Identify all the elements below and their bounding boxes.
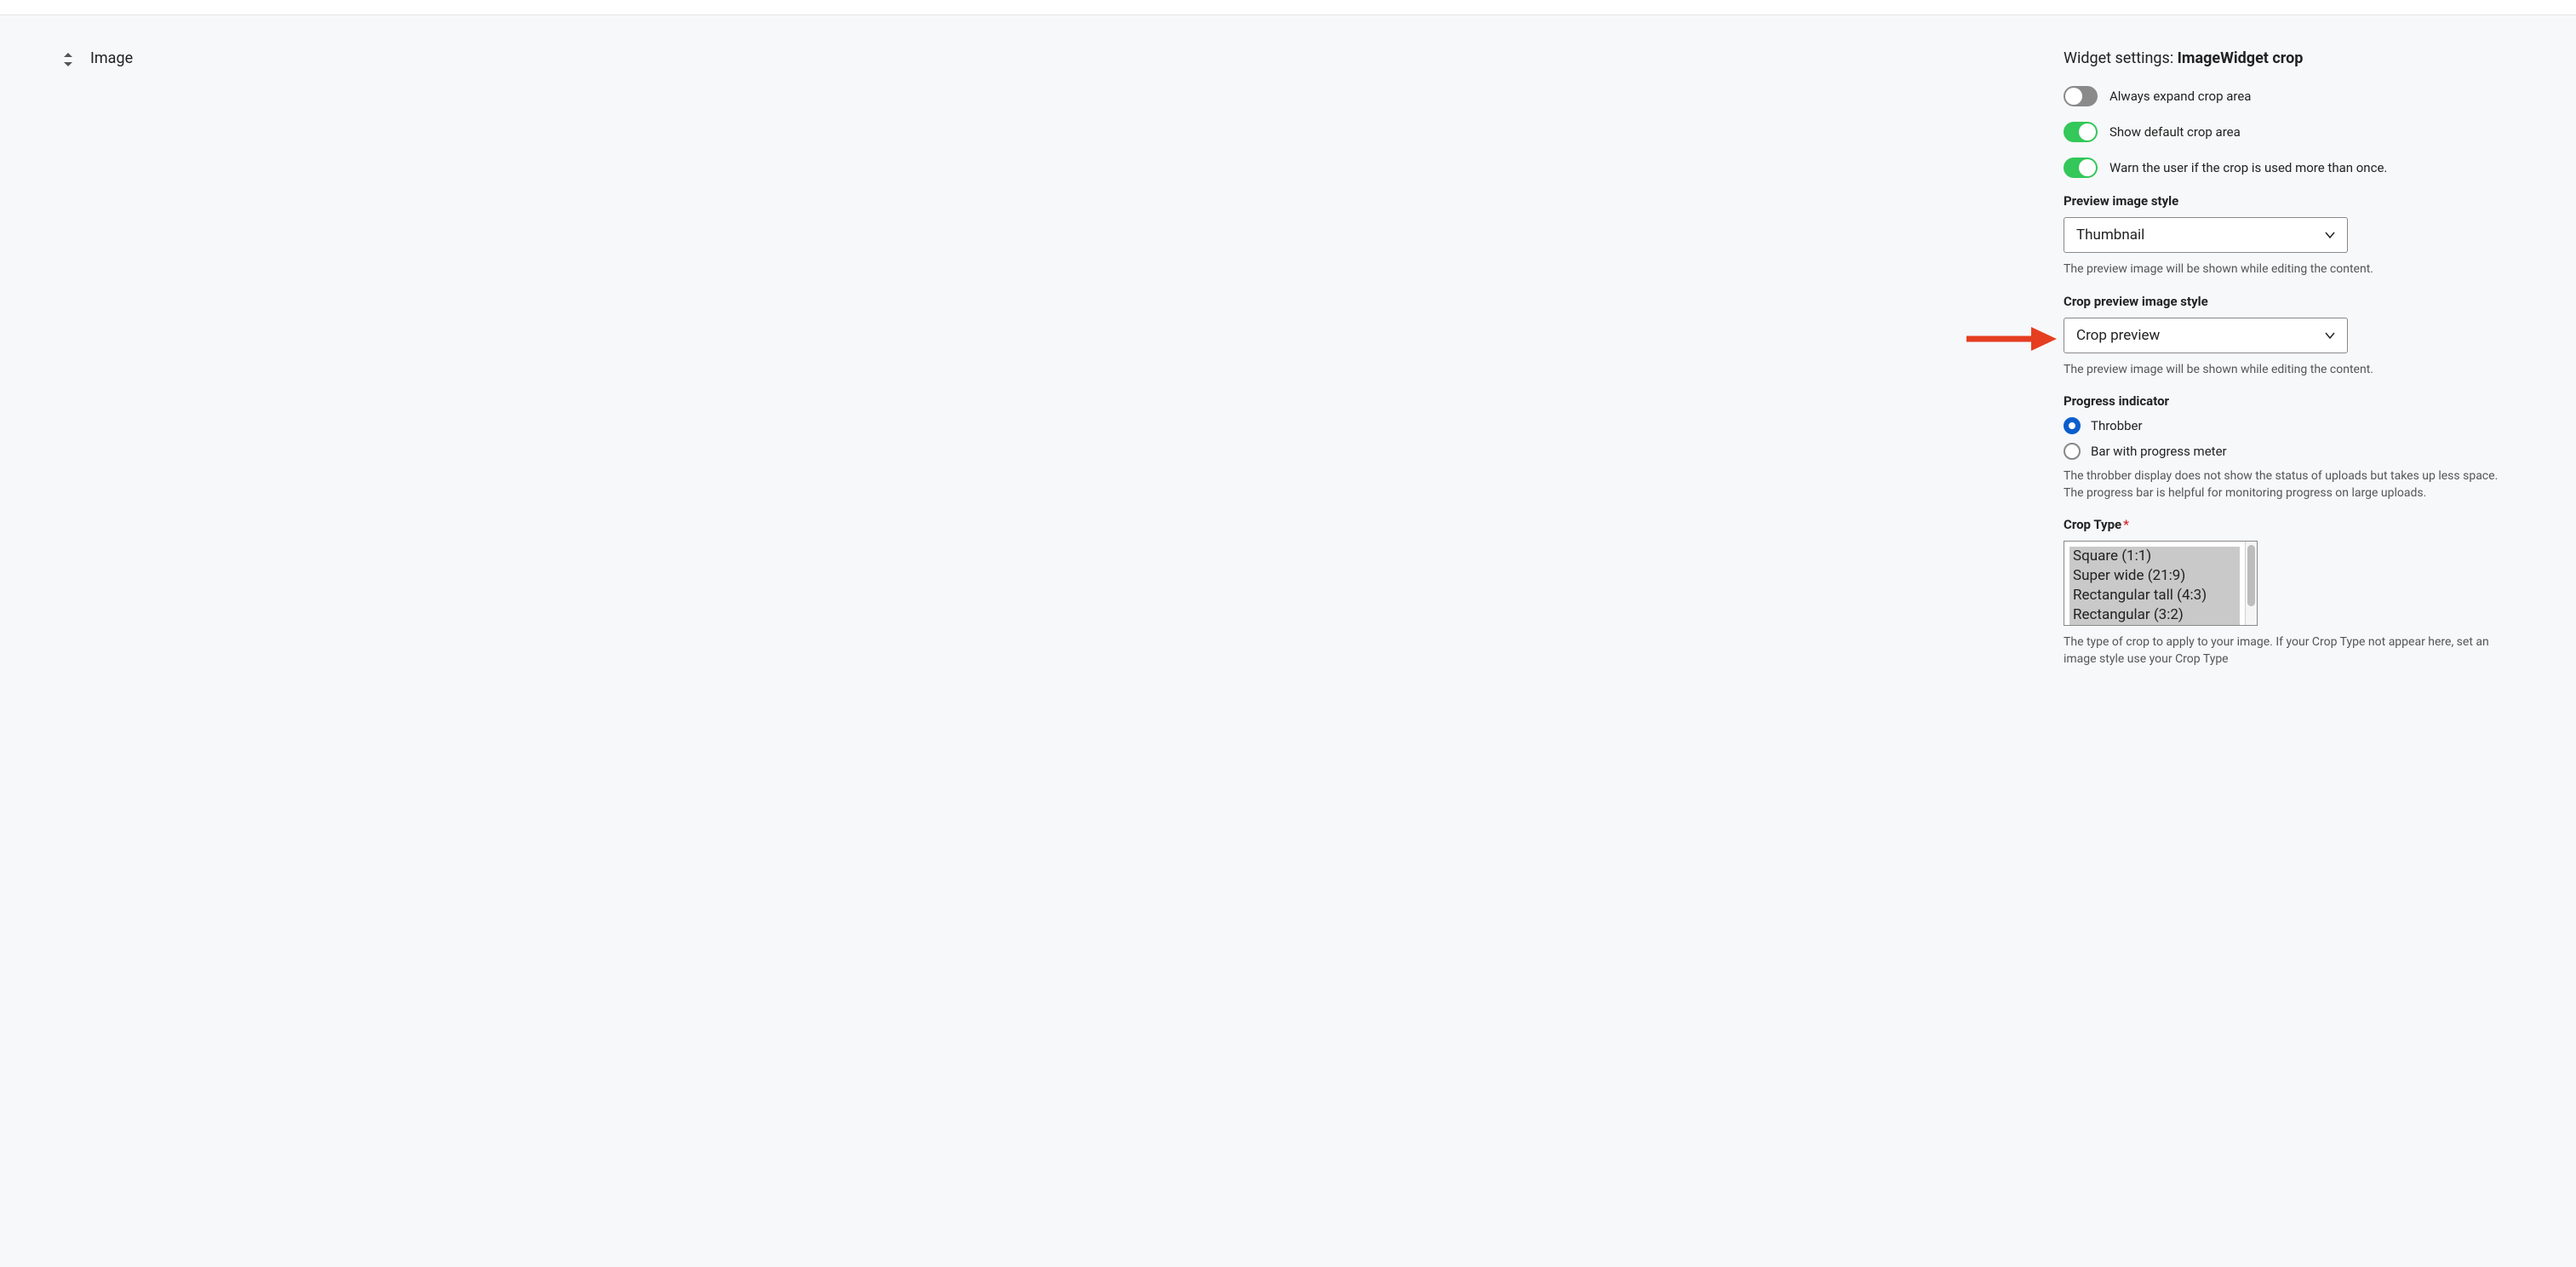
- crop-preview-style-help: The preview image will be shown while ed…: [2064, 362, 2515, 379]
- arrow-callout-icon: [1965, 324, 2058, 354]
- field-label-image: Image: [90, 49, 133, 67]
- radio-bar[interactable]: [2064, 443, 2081, 460]
- scrollbar-thumb[interactable]: [2247, 545, 2255, 606]
- preview-style-help: The preview image will be shown while ed…: [2064, 261, 2515, 278]
- preview-style-group: Preview image style Thumbnail The previe…: [2064, 193, 2515, 278]
- multiselect-inner: Square (1:1) Super wide (21:9) Rectangul…: [2064, 542, 2245, 625]
- settings-column: Widget settings: ImageWidget crop Always…: [2064, 49, 2515, 684]
- crop-preview-style-group: Crop preview image style Crop preview Th…: [2064, 294, 2515, 379]
- toggle-show-default[interactable]: [2064, 122, 2098, 142]
- heading-strong: ImageWidget crop: [2178, 49, 2304, 67]
- crop-type-option[interactable]: Rectangular tall (4:3): [2069, 586, 2240, 605]
- radio-label-throbber: Throbber: [2091, 418, 2143, 433]
- toggle-label-warn: Warn the user if the crop is used more t…: [2109, 160, 2387, 175]
- progress-help: The throbber display does not show the s…: [2064, 468, 2515, 502]
- toggle-row-expand-crop: Always expand crop area: [2064, 86, 2515, 106]
- progress-group: Progress indicator Throbber Bar with pro…: [2064, 393, 2515, 502]
- toggle-row-warn-user: Warn the user if the crop is used more t…: [2064, 158, 2515, 178]
- preview-style-value: Thumbnail: [2076, 226, 2144, 244]
- settings-heading: Widget settings: ImageWidget crop: [2064, 49, 2515, 67]
- required-asterisk: *: [2123, 517, 2129, 532]
- crop-type-label: Crop Type*: [2064, 517, 2515, 532]
- drag-handle-icon[interactable]: [61, 53, 75, 66]
- progress-label: Progress indicator: [2064, 393, 2515, 409]
- main-panel: Image Widget settings: ImageWidget crop …: [27, 15, 2549, 701]
- crop-type-option[interactable]: Square (1:1): [2069, 547, 2240, 566]
- preview-style-select-wrap: Thumbnail: [2064, 217, 2348, 253]
- crop-type-label-text: Crop Type: [2064, 517, 2121, 532]
- preview-style-select[interactable]: Thumbnail: [2064, 217, 2348, 253]
- heading-prefix: Widget settings:: [2064, 49, 2178, 67]
- radio-label-bar: Bar with progress meter: [2091, 444, 2227, 459]
- toggle-always-expand[interactable]: [2064, 86, 2098, 106]
- toggle-row-default-crop: Show default crop area: [2064, 122, 2515, 142]
- radio-row-throbber: Throbber: [2064, 417, 2515, 434]
- crop-preview-style-value: Crop preview: [2076, 327, 2160, 344]
- radio-row-bar: Bar with progress meter: [2064, 443, 2515, 460]
- toggle-label-expand: Always expand crop area: [2109, 89, 2251, 104]
- crop-preview-style-select[interactable]: Crop preview: [2064, 318, 2348, 353]
- crop-preview-style-label: Crop preview image style: [2064, 294, 2515, 309]
- crop-type-help: The type of crop to apply to your image.…: [2064, 634, 2515, 668]
- preview-style-label: Preview image style: [2064, 193, 2515, 209]
- multiselect-scrollbar[interactable]: [2245, 542, 2257, 625]
- crop-type-multiselect[interactable]: Square (1:1) Super wide (21:9) Rectangul…: [2064, 541, 2258, 626]
- toggle-warn-user[interactable]: [2064, 158, 2098, 178]
- top-bar: [0, 0, 2576, 15]
- crop-preview-style-select-wrap: Crop preview: [2064, 318, 2348, 353]
- crop-type-option[interactable]: Super wide (21:9): [2069, 566, 2240, 586]
- crop-type-option[interactable]: Rectangular (3:2): [2069, 605, 2240, 625]
- left-column: Image: [61, 49, 133, 684]
- toggle-label-default: Show default crop area: [2109, 124, 2241, 140]
- radio-throbber[interactable]: [2064, 417, 2081, 434]
- crop-type-group: Crop Type* Square (1:1) Super wide (21:9…: [2064, 517, 2515, 668]
